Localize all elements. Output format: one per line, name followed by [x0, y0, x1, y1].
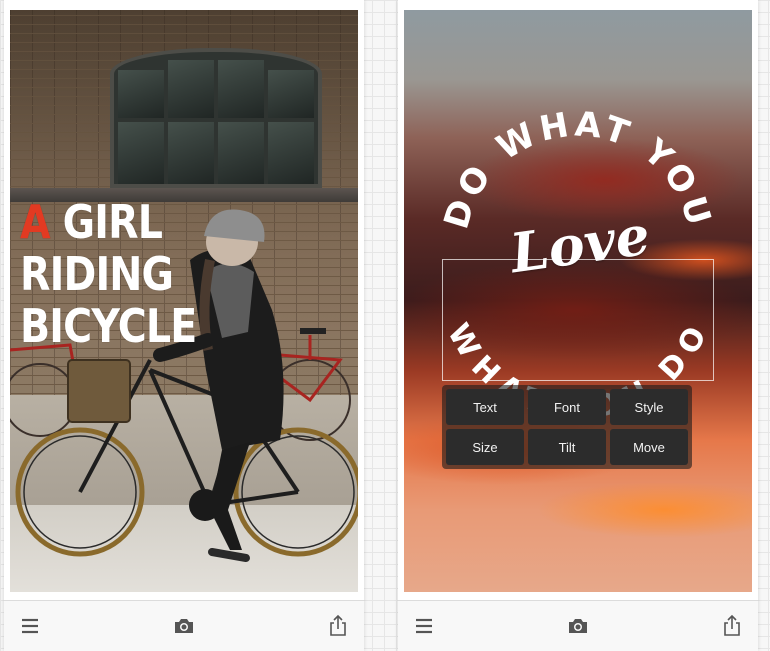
- text-edit-menu: Text Font Style Size Tilt Move: [442, 385, 692, 469]
- menu-icon[interactable]: [18, 614, 42, 638]
- camera-icon[interactable]: [566, 614, 590, 638]
- headline-line-3: BICYCLE: [20, 299, 197, 353]
- headline-accent-letter: A: [20, 195, 51, 249]
- move-button[interactable]: Move: [610, 429, 688, 465]
- left-phone-screen: A GIRL RIDING BICYCLE: [4, 0, 364, 651]
- size-button[interactable]: Size: [446, 429, 524, 465]
- canvas-photo-sunset[interactable]: DO WHAT YOU WHAT YOU DO Love Text Font S…: [404, 10, 752, 592]
- tilt-button[interactable]: Tilt: [528, 429, 606, 465]
- font-button[interactable]: Font: [528, 389, 606, 425]
- menu-icon[interactable]: [412, 614, 436, 638]
- headline-line-1: GIRL: [49, 195, 163, 249]
- bottom-toolbar: [398, 600, 758, 651]
- headline-line-2: RIDING: [20, 247, 174, 301]
- share-icon[interactable]: [326, 614, 350, 638]
- share-icon[interactable]: [720, 614, 744, 638]
- bottom-toolbar: [4, 600, 364, 651]
- style-button[interactable]: Style: [610, 389, 688, 425]
- canvas-photo-bicycle[interactable]: A GIRL RIDING BICYCLE: [10, 10, 358, 592]
- text-button[interactable]: Text: [446, 389, 524, 425]
- right-phone-screen: DO WHAT YOU WHAT YOU DO Love Text Font S…: [398, 0, 758, 651]
- text-selection-box[interactable]: [442, 259, 714, 381]
- camera-icon[interactable]: [172, 614, 196, 638]
- headline-text[interactable]: A GIRL RIDING BICYCLE: [20, 195, 197, 353]
